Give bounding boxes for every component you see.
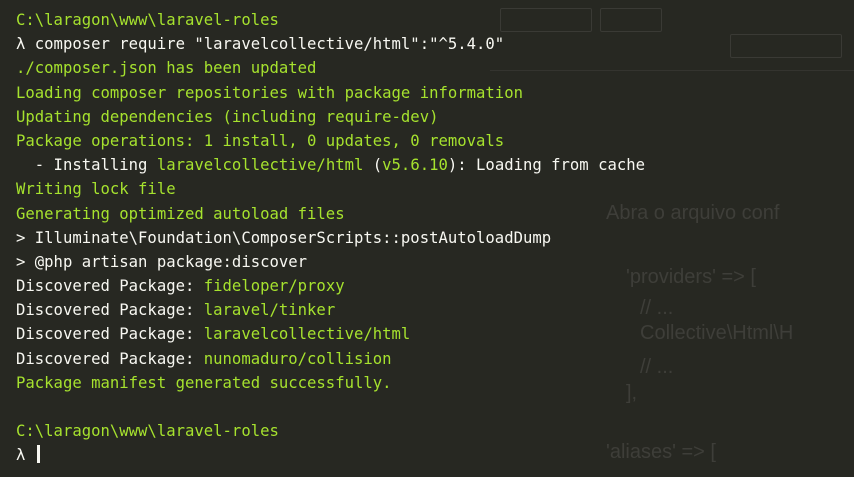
terminal-line: Package operations: 1 install, 0 updates… <box>16 129 645 153</box>
text-cursor[interactable] <box>36 445 40 464</box>
terminal-text-segment: ./composer.json has been updated <box>16 59 317 78</box>
terminal-line: C:\laragon\www\laravel-roles <box>16 8 645 32</box>
background-text-line: Collective\Html\H <box>640 322 794 344</box>
terminal-text-segment: Discovered Package: <box>16 277 204 296</box>
terminal-line: Loading composer repositories with packa… <box>16 81 645 105</box>
terminal-text-segment: laravel/tinker <box>203 301 336 320</box>
terminal-line: > @php artisan package:discover <box>16 250 645 274</box>
terminal-text-segment: λ composer require "laravelcollective/ht… <box>16 35 505 54</box>
terminal-text-segment: Writing lock file <box>16 180 176 199</box>
terminal-line: Discovered Package: fideloper/proxy <box>16 274 645 298</box>
terminal-line: Writing lock file <box>16 177 645 201</box>
terminal-line: Discovered Package: laravelcollective/ht… <box>16 322 645 346</box>
terminal-line: λ composer require "laravelcollective/ht… <box>16 32 645 56</box>
terminal-text-segment: laravelcollective/html <box>156 156 364 175</box>
terminal-line: ./composer.json has been updated <box>16 56 645 80</box>
terminal-text-segment: λ <box>16 446 35 465</box>
terminal-text-segment: Discovered Package: <box>16 301 204 320</box>
terminal-line: Updating dependencies (including require… <box>16 105 645 129</box>
terminal-text-segment: C:\laragon\www\laravel-roles <box>16 422 279 441</box>
terminal-text-segment: C:\laragon\www\laravel-roles <box>16 11 279 29</box>
terminal-text-segment: nunomaduro/collision <box>203 349 392 368</box>
terminal-text-segment: Package operations: 1 install, 0 updates… <box>16 131 505 150</box>
toolbar-box <box>730 34 842 58</box>
terminal-text-segment: > Illuminate\Foundation\ComposerScripts:… <box>16 228 552 247</box>
terminal-text-segment: ( <box>363 156 383 175</box>
terminal-line: > Illuminate\Foundation\ComposerScripts:… <box>16 226 645 250</box>
terminal-line: Discovered Package: laravel/tinker <box>16 298 645 322</box>
terminal-text-segment: Loading composer repositories with packa… <box>16 83 523 102</box>
terminal-text-segment: - Installing <box>16 156 157 175</box>
terminal-text-segment: Discovered Package: <box>16 349 204 368</box>
terminal-text-segment: fideloper/proxy <box>203 277 345 296</box>
terminal-text-segment: > @php artisan package:discover <box>16 252 308 271</box>
terminal-window[interactable]: Abra o arquivo conf 'providers' => [ // … <box>0 0 854 477</box>
terminal-line: Discovered Package: nunomaduro/collision <box>16 347 645 371</box>
terminal-text-segment: Generating optimized autoload files <box>16 204 345 223</box>
background-text-line: 'providers' => [ <box>626 266 756 288</box>
terminal-text-segment: v5.6.10 <box>382 156 448 175</box>
terminal-line: - Installing laravelcollective/html (v5.… <box>16 153 645 177</box>
terminal-text-segment: ): Loading from cache <box>447 156 646 175</box>
terminal-line: C:\laragon\www\laravel-roles <box>16 419 645 443</box>
terminal-text-segment: Discovered Package: <box>16 325 204 344</box>
terminal-line: λ <box>16 443 645 467</box>
terminal-text-segment: Updating dependencies (including require… <box>16 107 439 126</box>
terminal-line: Package manifest generated successfully. <box>16 371 645 395</box>
terminal-text-segment: Package manifest generated successfully. <box>16 373 392 392</box>
terminal-line: Generating optimized autoload files <box>16 202 645 226</box>
terminal-output: C:\laragon\www\laravel-roles λ composer r… <box>16 8 645 468</box>
terminal-text-segment: laravelcollective/html <box>203 325 411 344</box>
